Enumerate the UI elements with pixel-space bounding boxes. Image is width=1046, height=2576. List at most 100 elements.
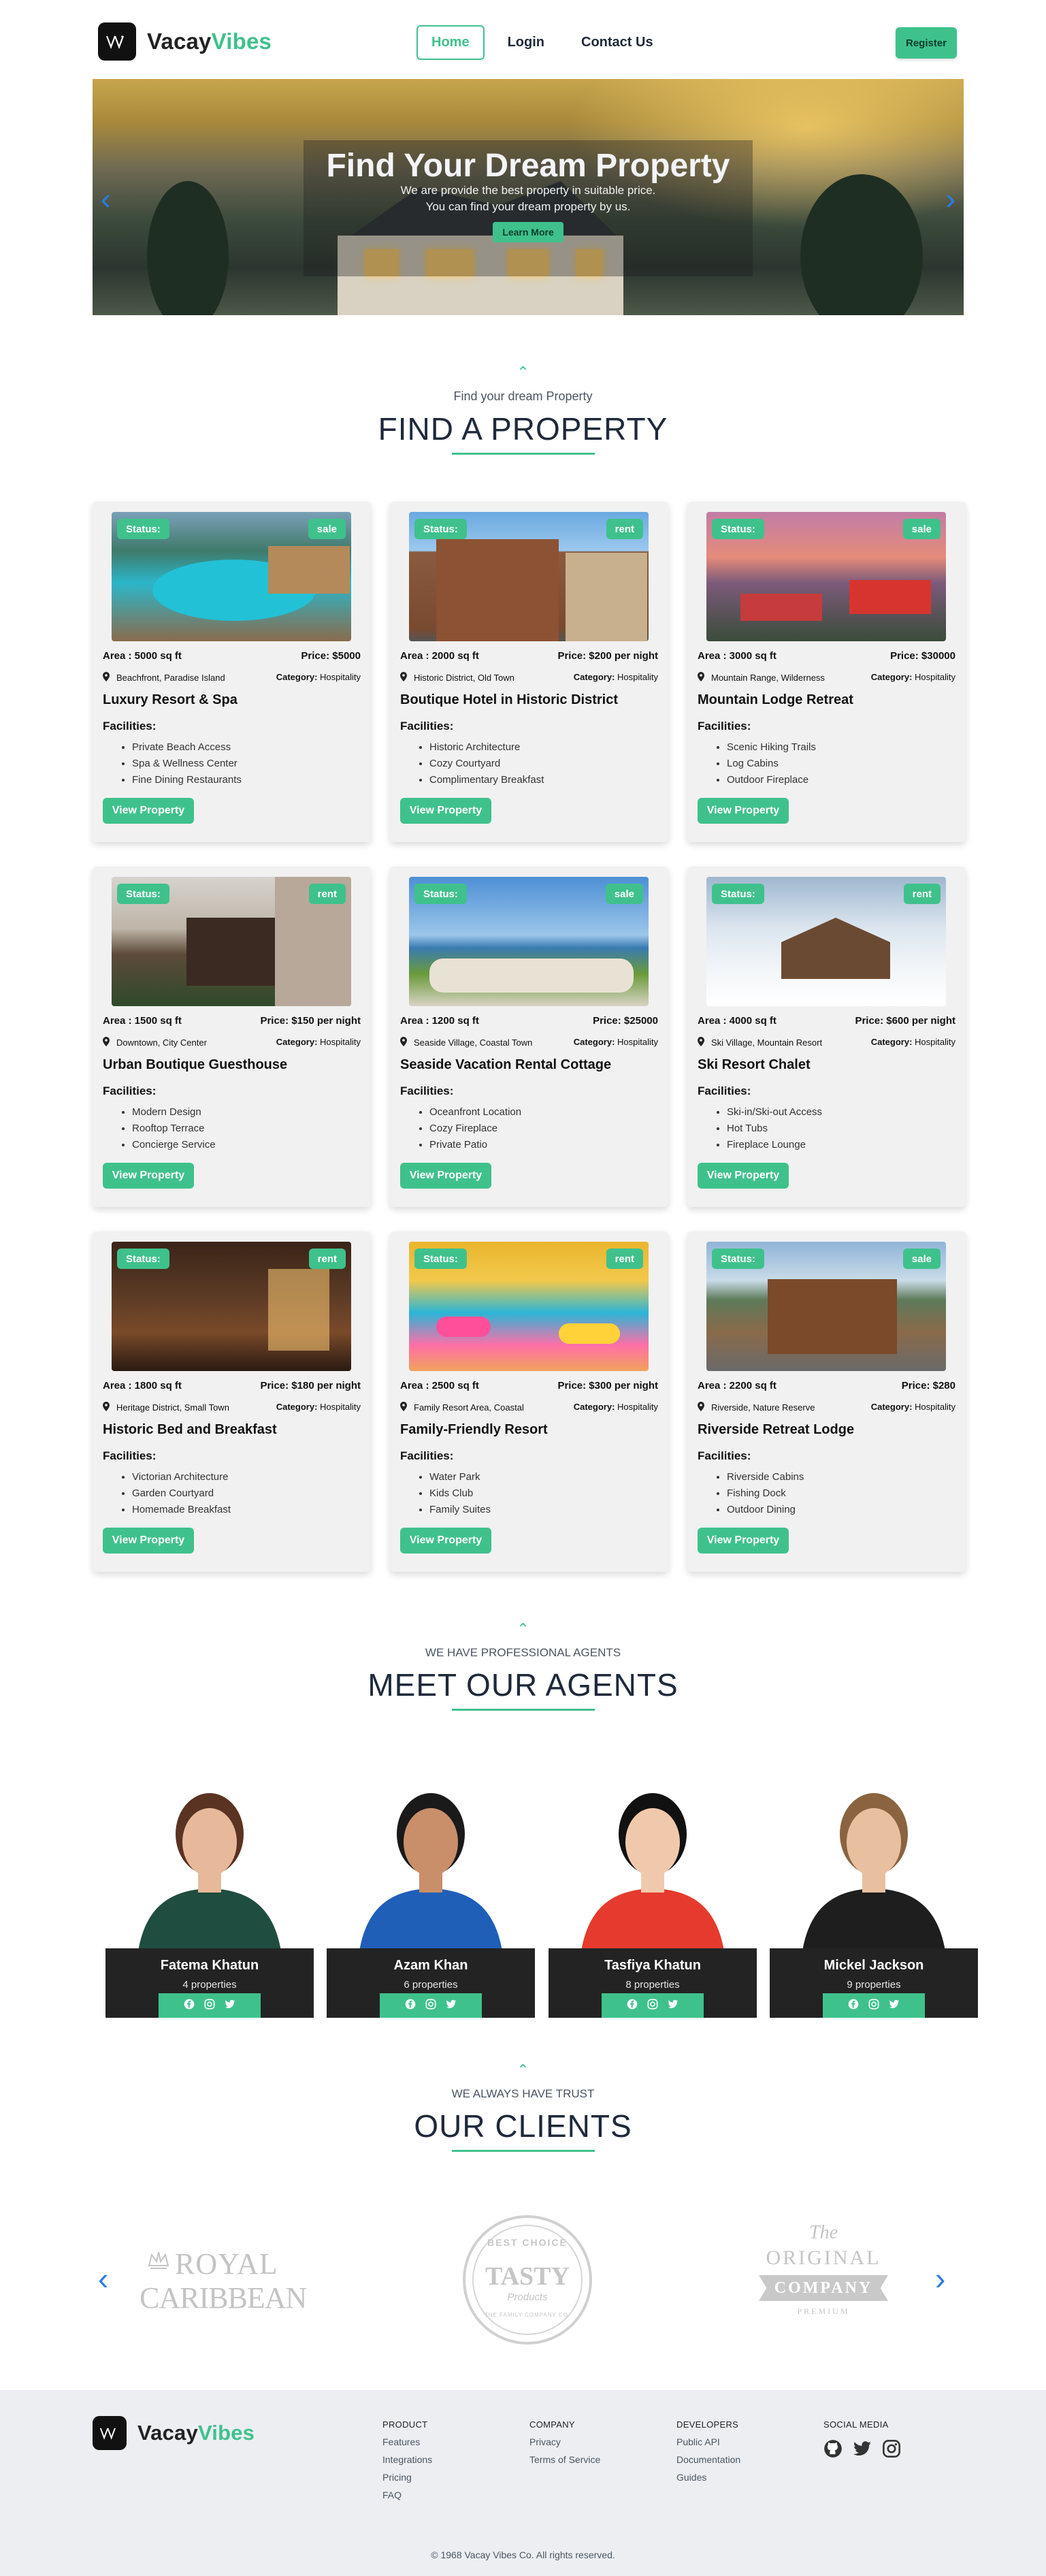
agent-photo xyxy=(105,1774,314,1951)
category-value: Hospitality xyxy=(617,672,658,682)
property-image[interactable]: Status: rent xyxy=(409,1242,649,1371)
agent-photo xyxy=(770,1774,978,1951)
property-title: Riverside Retreat Lodge xyxy=(698,1422,855,1437)
category-value: Hospitality xyxy=(915,1402,955,1412)
agent-social-links xyxy=(159,1993,261,2018)
footer-link[interactable]: Privacy xyxy=(529,2436,600,2447)
property-card: Status: sale Area : 2200 sq ft Price: $2… xyxy=(687,1231,966,1572)
facility-item: Outdoor Dining xyxy=(727,1502,804,1518)
register-button[interactable]: Register xyxy=(896,27,957,59)
property-image[interactable]: Status: sale xyxy=(409,877,649,1006)
twitter-icon[interactable] xyxy=(225,1999,235,2013)
listing-type-badge: sale xyxy=(902,1249,941,1269)
chevron-left-icon[interactable]: ‹ xyxy=(101,182,111,216)
original-bottom-text: PREMIUM xyxy=(797,2306,850,2316)
property-image[interactable]: Status: sale xyxy=(112,512,351,641)
tasty-bottom-text: THE FAMILY COMPANY CO. xyxy=(484,2312,571,2318)
category-label: Category: xyxy=(870,672,913,682)
footer-column-head: DEVELOPERS xyxy=(676,2419,739,2430)
footer: VacayVibes PRODUCT Features Integrations Pr… xyxy=(0,2390,1046,2576)
view-property-button[interactable]: View Property xyxy=(698,1163,789,1189)
facility-item: Kids Club xyxy=(429,1485,491,1502)
property-location: Seaside Village, Coastal Town xyxy=(400,1037,532,1048)
property-image[interactable]: Status: rent xyxy=(112,877,351,1006)
footer-link[interactable]: Documentation xyxy=(676,2454,740,2465)
property-image[interactable]: Status: rent xyxy=(706,877,946,1006)
facility-item: Family Suites xyxy=(429,1502,491,1518)
footer-brand-logo[interactable]: VacayVibes xyxy=(93,2416,255,2450)
facility-item: Spa & Wellness Center xyxy=(132,756,242,772)
chevron-left-icon[interactable]: ‹ xyxy=(98,2260,108,2297)
facebook-icon[interactable] xyxy=(848,1999,859,2013)
learn-more-button[interactable]: Learn More xyxy=(493,222,563,242)
view-property-button[interactable]: View Property xyxy=(698,1528,789,1553)
property-card: Status: rent Area : 2000 sq ft Price: $2… xyxy=(390,502,668,842)
original-top-text: The xyxy=(809,2222,838,2243)
view-property-button[interactable]: View Property xyxy=(103,1163,194,1189)
footer-link[interactable]: Terms of Service xyxy=(529,2454,600,2465)
footer-link[interactable]: Guides xyxy=(676,2472,740,2483)
facebook-icon[interactable] xyxy=(627,1999,638,2013)
clients-heading: ⌃ WE ALWAYS HAVE TRUST OUR CLIENTS xyxy=(0,2063,1046,2152)
property-category: Category: Hospitality xyxy=(276,1402,361,1412)
hero-subtitle-line1: We are provide the best property in suit… xyxy=(400,184,656,197)
facilities-list: Private Beach AccessSpa & Wellness Cente… xyxy=(132,739,242,788)
brand-logo[interactable]: VacayVibes xyxy=(98,22,272,61)
github-icon[interactable] xyxy=(823,2439,843,2462)
facility-item: Historic Architecture xyxy=(429,739,544,756)
twitter-icon[interactable] xyxy=(446,1999,457,2013)
twitter-icon[interactable] xyxy=(889,1999,900,2013)
facilities-list: Water ParkKids ClubFamily Suites xyxy=(429,1469,491,1518)
properties-kicker: Find your dream Property xyxy=(453,389,593,403)
instagram-icon[interactable] xyxy=(868,1999,879,2013)
instagram-icon[interactable] xyxy=(204,1999,215,2013)
footer-link[interactable]: Integrations xyxy=(382,2454,432,2465)
property-image[interactable]: Status: sale xyxy=(706,512,946,641)
view-property-button[interactable]: View Property xyxy=(103,798,194,824)
instagram-icon[interactable] xyxy=(647,1999,658,2013)
facility-item: Log Cabins xyxy=(727,756,816,772)
footer-link[interactable]: FAQ xyxy=(382,2490,432,2500)
nav-login-link[interactable]: Login xyxy=(494,27,558,59)
footer-link[interactable]: Public API xyxy=(676,2436,740,2447)
facebook-icon[interactable] xyxy=(184,1999,195,2013)
navbar: VacayVibes Home Login Contact Us Registe… xyxy=(0,0,1046,79)
property-price: Price: $200 per night xyxy=(557,650,658,662)
facilities-label: Facilities: xyxy=(103,1084,157,1097)
facebook-icon[interactable] xyxy=(405,1999,416,2013)
client-logo-royal-caribbean: ROYAL CARIBBEAN xyxy=(140,2245,323,2320)
view-property-button[interactable]: View Property xyxy=(400,798,491,824)
nav-home-link[interactable]: Home xyxy=(416,25,485,60)
view-property-button[interactable]: View Property xyxy=(400,1528,491,1553)
property-location: Riverside, Nature Reserve xyxy=(698,1402,815,1413)
facilities-label: Facilities: xyxy=(103,1449,157,1462)
agent-property-count: 6 properties xyxy=(404,1979,458,1991)
chevron-right-icon[interactable]: › xyxy=(935,2260,945,2297)
instagram-icon[interactable] xyxy=(425,1999,436,2013)
category-label: Category: xyxy=(870,1402,913,1412)
facility-item: Cozy Fireplace xyxy=(429,1121,521,1137)
view-property-button[interactable]: View Property xyxy=(698,798,789,824)
property-image[interactable]: Status: rent xyxy=(409,512,649,641)
category-value: Hospitality xyxy=(915,672,955,682)
property-image[interactable]: Status: sale xyxy=(706,1242,946,1371)
twitter-icon[interactable] xyxy=(668,1999,679,2013)
nav-contact-link[interactable]: Contact Us xyxy=(568,27,667,59)
properties-title: FIND A PROPERTY xyxy=(378,411,668,447)
location-text: Seaside Village, Coastal Town xyxy=(414,1037,533,1048)
footer-link[interactable]: Pricing xyxy=(382,2472,432,2483)
property-image[interactable]: Status: rent xyxy=(112,1242,351,1371)
status-badge: Status: xyxy=(117,884,169,904)
agent-name: Fatema Khatun xyxy=(160,1958,259,1973)
property-area: Area : 3000 sq ft xyxy=(698,650,777,662)
logo-mark-icon xyxy=(98,22,136,61)
location-pin-icon xyxy=(103,672,110,683)
location-text: Downtown, City Center xyxy=(116,1037,207,1048)
listing-type-badge: rent xyxy=(606,519,643,539)
chevron-right-icon[interactable]: › xyxy=(945,182,955,216)
view-property-button[interactable]: View Property xyxy=(400,1163,491,1189)
instagram-icon[interactable] xyxy=(882,2439,901,2462)
footer-link[interactable]: Features xyxy=(382,2436,432,2447)
twitter-icon[interactable] xyxy=(852,2439,872,2462)
view-property-button[interactable]: View Property xyxy=(103,1528,194,1553)
